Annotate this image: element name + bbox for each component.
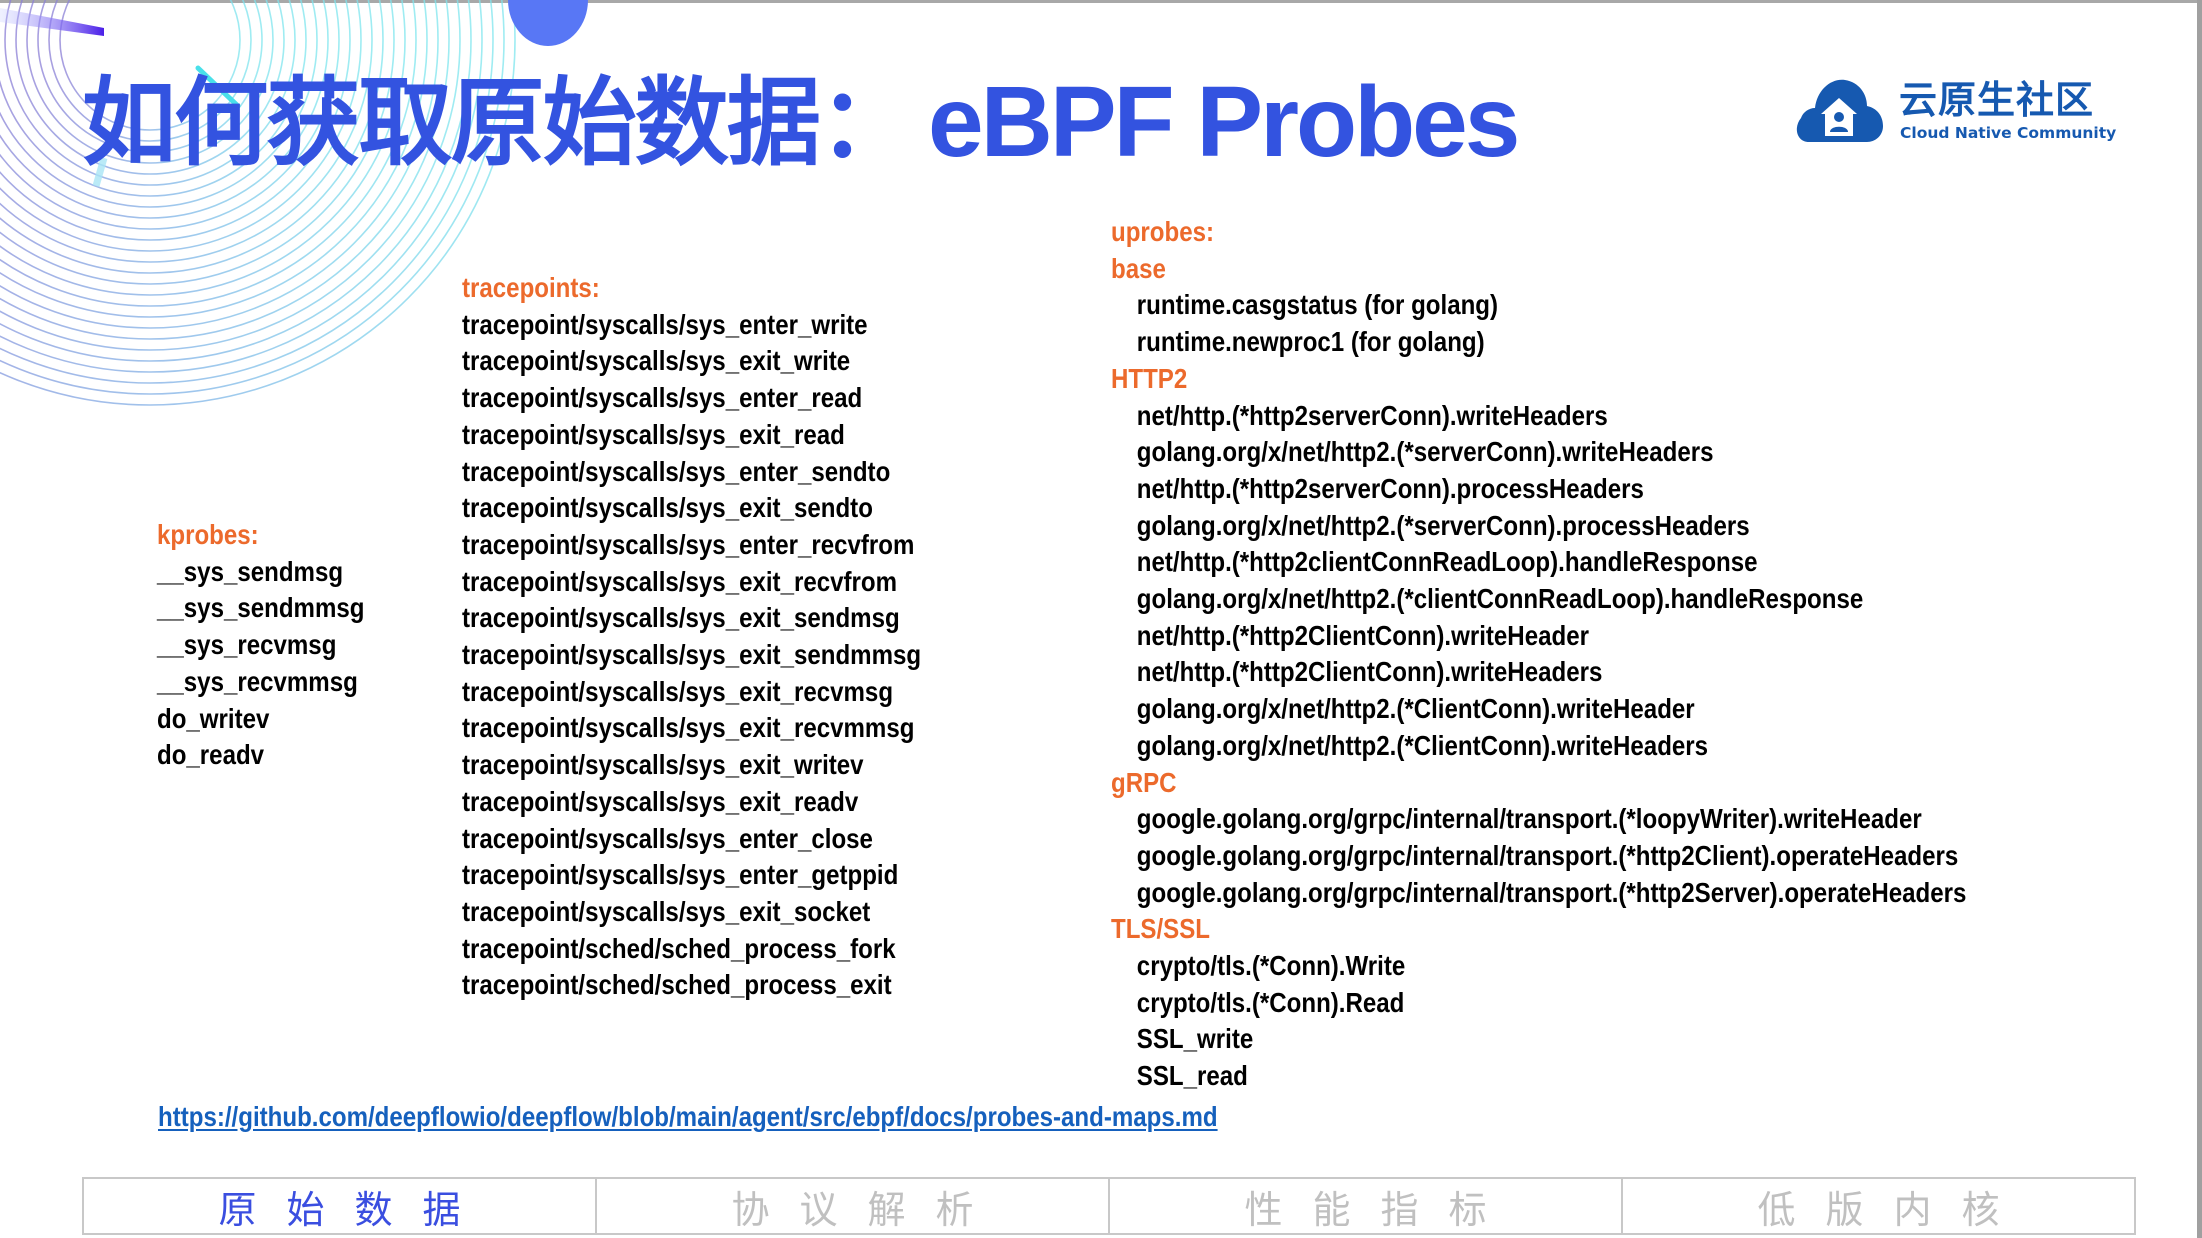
tracepoint-item: tracepoint/syscalls/sys_enter_close: [462, 822, 873, 854]
tracepoints-list: tracepoint/syscalls/sys_enter_writetrace…: [462, 307, 921, 1004]
tracepoints-column: tracepoints: tracepoint/syscalls/sys_ent…: [462, 270, 921, 1004]
uprobe-item: golang.org/x/net/http2.(*ClientConn).wri…: [1136, 729, 1709, 761]
probes-and-maps-doc-link[interactable]: https://github.com/deepflowio/deepflow/b…: [158, 1099, 1218, 1135]
decorative-arc: [0, 0, 483, 373]
section-tab-bar: 原始数据 协议解析 性能指标 低版内核: [82, 1177, 2136, 1235]
tracepoint-item: tracepoint/syscalls/sys_exit_writev: [462, 749, 864, 781]
uprobe-group-header: gRPC: [1111, 766, 1177, 798]
uprobe-group-header: TLS/SSL: [1111, 913, 1211, 945]
tab-label: 低版内核: [1757, 1187, 2030, 1232]
kprobe-item: __sys_recvmmsg: [157, 665, 358, 697]
cloud-native-community-logo: 云原生社区 Cloud Native Community: [1795, 76, 2116, 148]
tracepoint-item: tracepoint/syscalls/sys_enter_recvfrom: [462, 528, 915, 560]
uprobe-item: golang.org/x/net/http2.(*clientConnReadL…: [1136, 583, 1864, 615]
uprobe-item: crypto/tls.(*Conn).Write: [1136, 950, 1406, 982]
kprobe-item: do_writev: [157, 702, 270, 734]
uprobe-item: golang.org/x/net/http2.(*serverConn).pro…: [1136, 509, 1750, 541]
uprobe-item: net/http.(*http2ClientConn).writeHeader: [1136, 619, 1589, 651]
kprobe-item: __sys_recvmsg: [157, 629, 337, 661]
tab-3[interactable]: 性能指标: [1110, 1179, 1623, 1233]
uprobe-item: google.golang.org/grpc/internal/transpor…: [1136, 803, 1922, 835]
uprobe-group-header: HTTP2: [1111, 362, 1188, 394]
kprobes-header: kprobes:: [157, 519, 259, 550]
decorative-arc: [0, 0, 494, 384]
uprobe-item: google.golang.org/grpc/internal/transpor…: [1136, 839, 1959, 871]
tracepoint-item: tracepoint/syscalls/sys_exit_read: [462, 418, 845, 450]
title-english: eBPF Probes: [928, 66, 1520, 178]
tracepoint-item: tracepoint/syscalls/sys_exit_readv: [462, 785, 859, 817]
uprobe-item: crypto/tls.(*Conn).Read: [1136, 986, 1405, 1018]
uprobe-item: net/http.(*http2ClientConn).writeHeaders: [1136, 656, 1603, 688]
uprobe-item: golang.org/x/net/http2.(*ClientConn).wri…: [1136, 693, 1695, 725]
uprobe-group-header: base: [1111, 252, 1166, 284]
uprobe-item: golang.org/x/net/http2.(*serverConn).wri…: [1136, 436, 1714, 468]
uprobe-item: net/http.(*http2serverConn).processHeade…: [1136, 472, 1644, 504]
tracepoint-item: tracepoint/sched/sched_process_fork: [462, 932, 896, 964]
tab-label: 性能指标: [1244, 1187, 1517, 1232]
decorative-arc: [0, 0, 505, 395]
tracepoints-header: tracepoints:: [462, 272, 600, 303]
title-chinese: 如何获取原始数据：: [82, 67, 913, 179]
kprobes-column: kprobes: __sys_sendmsg __sys_sendmmsg __sy…: [157, 517, 364, 774]
blue-circle-decoration: [508, 0, 588, 46]
tracepoint-item: tracepoint/syscalls/sys_exit_write: [462, 345, 851, 377]
uprobe-item: runtime.newproc1 (for golang): [1136, 326, 1485, 358]
uprobes-header: uprobes:: [1111, 216, 1215, 247]
tracepoint-item: tracepoint/syscalls/sys_exit_sendto: [462, 492, 873, 524]
tracepoint-item: tracepoint/syscalls/sys_exit_socket: [462, 895, 871, 927]
tab-2[interactable]: 协议解析: [597, 1179, 1110, 1233]
tracepoint-item: tracepoint/syscalls/sys_enter_getppid: [462, 859, 899, 891]
tracepoint-item: tracepoint/syscalls/sys_enter_write: [462, 308, 868, 340]
uprobes-groups: base runtime.casgstatus (for golang) runti…: [1111, 251, 1966, 1095]
logo-english-name: Cloud Native Community: [1900, 124, 2117, 142]
cloud-house-icon: [1796, 79, 1883, 142]
kprobe-item: do_readv: [157, 739, 265, 771]
tracepoint-item: tracepoint/syscalls/sys_enter_sendto: [462, 455, 891, 487]
uprobe-item: net/http.(*http2clientConnReadLoop).hand…: [1136, 546, 1758, 578]
tab-label: 协议解析: [731, 1187, 1004, 1232]
tab-1[interactable]: 原始数据: [84, 1179, 597, 1233]
uprobe-item: net/http.(*http2serverConn).writeHeaders: [1136, 399, 1608, 431]
uprobe-item: SSL_write: [1136, 1023, 1254, 1055]
slide-right-border: [2197, 0, 2202, 1238]
tracepoint-item: tracepoint/syscalls/sys_exit_sendmmsg: [462, 639, 922, 671]
slide-title: 如何获取原始数据： eBPF Probes: [82, 62, 1520, 182]
tab-label: 原始数据: [218, 1187, 491, 1232]
kprobes-list: __sys_sendmsg __sys_sendmmsg __sys_recvmsg…: [157, 554, 364, 774]
kprobe-item: __sys_sendmsg: [157, 555, 344, 587]
tracepoint-item: tracepoint/syscalls/sys_exit_recvmsg: [462, 675, 894, 707]
tracepoint-item: tracepoint/syscalls/sys_exit_sendmsg: [462, 602, 900, 634]
tracepoint-item: tracepoint/sched/sched_process_exit: [462, 969, 892, 1001]
tracepoint-item: tracepoint/syscalls/sys_exit_recvmmsg: [462, 712, 915, 744]
logo-chinese-name: 云原生社区: [1899, 78, 2095, 122]
uprobe-item: SSL_read: [1136, 1060, 1248, 1092]
uprobe-item: runtime.casgstatus (for golang): [1136, 289, 1499, 321]
uprobe-item: google.golang.org/grpc/internal/transpor…: [1136, 876, 1967, 908]
kprobe-item: __sys_sendmmsg: [157, 592, 365, 624]
tracepoint-item: tracepoint/syscalls/sys_enter_read: [462, 382, 863, 414]
tracepoint-item: tracepoint/syscalls/sys_exit_recvfrom: [462, 565, 898, 597]
uprobes-column: uprobes: base runtime.casgstatus (for gol…: [1111, 214, 1966, 1095]
tab-4[interactable]: 低版内核: [1623, 1179, 2134, 1233]
